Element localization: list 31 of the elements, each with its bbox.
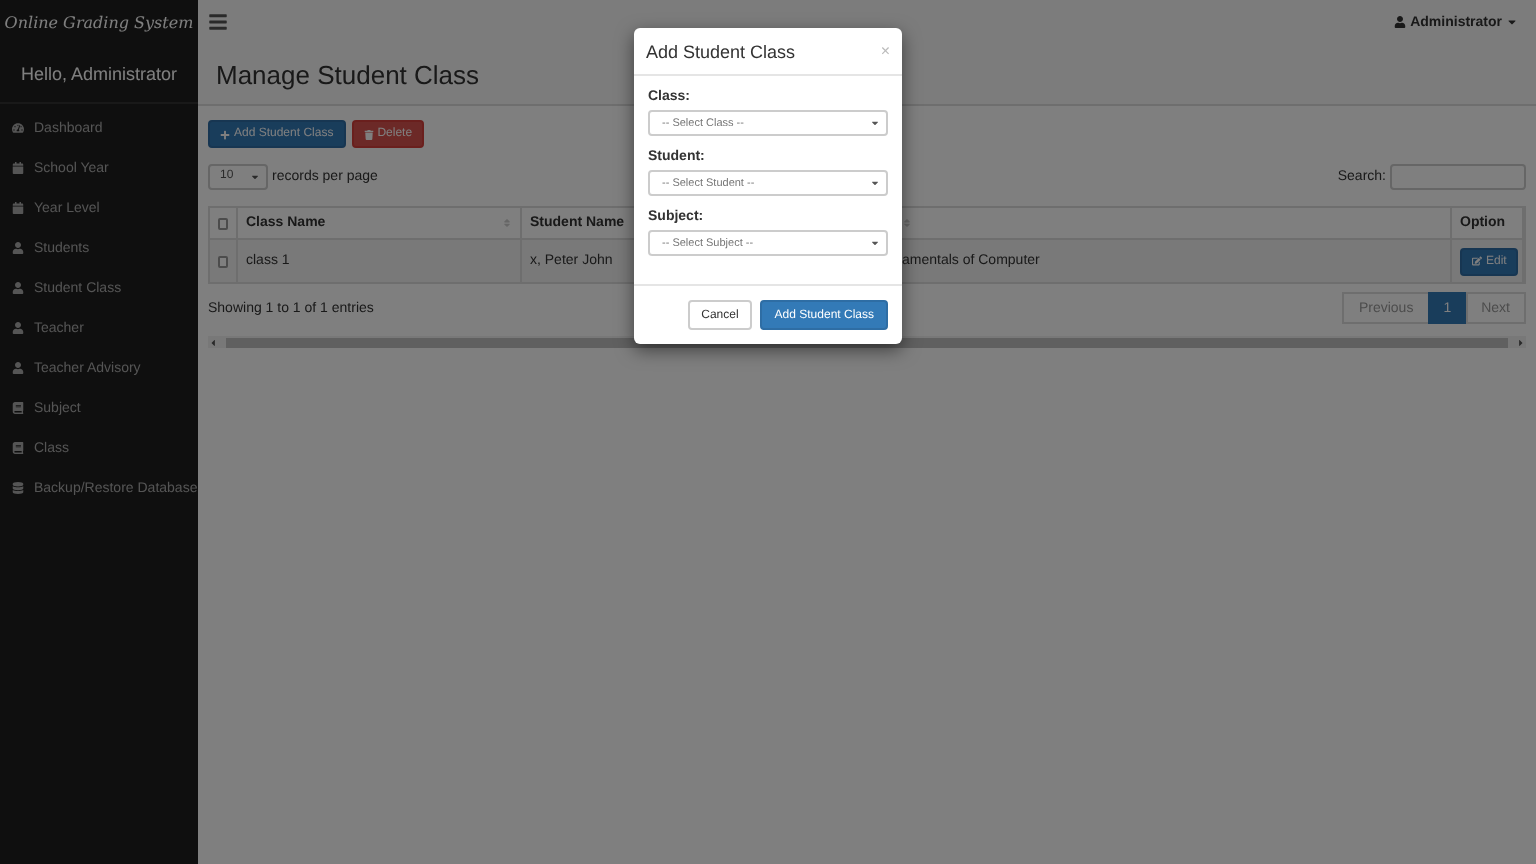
book-icon	[12, 402, 24, 414]
caret-icon	[1506, 16, 1518, 28]
modal-title: Add Student Class	[646, 41, 796, 61]
caret-icon	[870, 118, 880, 128]
checkbox[interactable]	[218, 217, 228, 229]
book-icon	[12, 442, 24, 454]
user-icon	[12, 242, 24, 254]
gauge-icon	[12, 122, 24, 134]
caret-icon	[870, 178, 880, 188]
sort-icon	[502, 218, 512, 228]
scroll-left-icon[interactable]	[208, 337, 218, 347]
caret-icon	[870, 238, 880, 248]
user-icon	[12, 282, 24, 294]
brand-title: Online Grading System	[2, 11, 196, 36]
sort-icon	[902, 218, 912, 228]
scroll-right-icon[interactable]	[1516, 337, 1526, 347]
calendar-icon	[12, 162, 24, 174]
trash-icon	[363, 129, 374, 139]
calendar-icon	[12, 202, 24, 214]
caret-icon	[250, 171, 260, 181]
page-title: Manage Student Class	[216, 59, 480, 89]
user-icon	[1394, 16, 1407, 28]
search-field[interactable]	[1390, 163, 1526, 189]
database-icon	[12, 482, 24, 494]
edit-icon	[1472, 256, 1482, 266]
user-icon	[12, 362, 24, 374]
close-button[interactable]: ×	[880, 42, 890, 60]
menu-icon[interactable]	[208, 12, 228, 32]
user-icon	[12, 322, 24, 334]
checkbox[interactable]	[218, 255, 228, 267]
plus-icon	[220, 129, 230, 139]
